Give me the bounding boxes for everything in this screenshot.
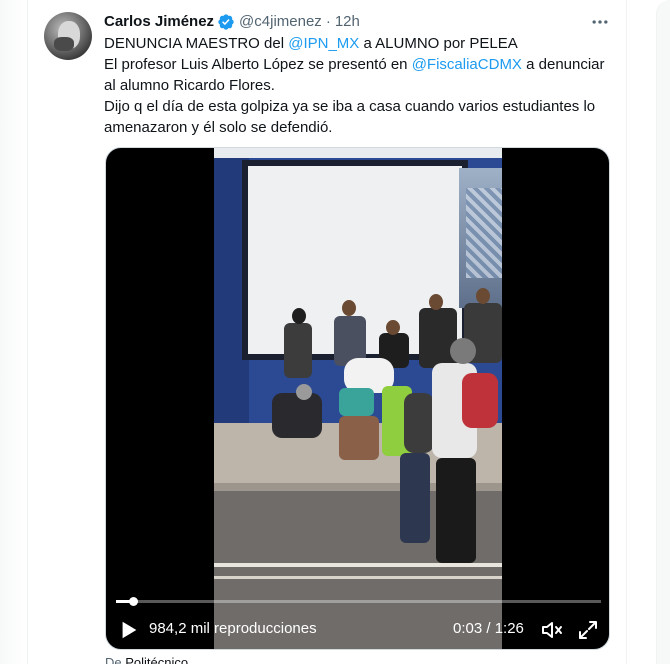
volume-icon[interactable]: [540, 618, 564, 642]
video-mural: [466, 188, 502, 278]
verified-badge-icon: [218, 14, 234, 30]
video-frame: [214, 148, 502, 649]
tweet-line: DENUNCIA MAESTRO del @IPN_MX a ALUMNO po…: [104, 35, 518, 52]
video-person-crouching: [272, 393, 322, 438]
video-road-line: [214, 563, 502, 567]
mention-link[interactable]: @FiscaliaCDMX: [412, 56, 522, 73]
video-controls: 984,2 mil reproducciones 0:03 / 1:26: [106, 610, 609, 649]
avatar-hand: [54, 37, 74, 51]
video-person-legs: [339, 416, 379, 460]
tweet-line: Dijo q el día de esta golpiza ya se iba …: [104, 98, 596, 115]
left-sidebar-edge: [0, 0, 28, 664]
video-person-head: [342, 300, 356, 316]
video-person-head: [450, 338, 476, 364]
video-player[interactable]: 984,2 mil reproducciones 0:03 / 1:26: [105, 147, 610, 650]
separator-dot: ·: [325, 13, 331, 30]
author-handle[interactable]: @c4jimenez: [239, 12, 322, 32]
video-person-head: [476, 288, 490, 304]
video-person-head: [292, 308, 306, 324]
tweet-header: Carlos Jiménez @c4jimenez · 12h: [104, 12, 614, 32]
tweet-line: amenazaron y él solo se defendió.: [104, 119, 333, 136]
video-person-head: [429, 294, 443, 310]
video-person-pants: [436, 458, 476, 563]
tweet-time[interactable]: 12h: [335, 12, 360, 32]
video-person-backpack: [404, 393, 434, 453]
caption-prefix: De: [105, 655, 122, 664]
fullscreen-icon[interactable]: [576, 618, 600, 642]
video-time-readout: 0:03 / 1:26: [453, 620, 524, 637]
video-person-jeans: [400, 453, 430, 543]
tweet-line: al alumno Ricardo Flores.: [104, 77, 275, 94]
tweet[interactable]: Carlos Jiménez @c4jimenez · 12h DENUNCIA…: [28, 0, 626, 664]
avatar[interactable]: [44, 12, 92, 60]
mention-link[interactable]: @IPN_MX: [288, 35, 359, 52]
author-name[interactable]: Carlos Jiménez: [104, 12, 214, 32]
video-person-red-backpack: [462, 373, 498, 428]
video-person-shorts: [339, 388, 374, 416]
video-person: [284, 323, 312, 378]
tweet-text: DENUNCIA MAESTRO del @IPN_MX a ALUMNO po…: [104, 33, 614, 138]
right-column-edge: [656, 0, 670, 664]
video-person-head: [296, 384, 312, 400]
caption-source[interactable]: Politécnico: [125, 655, 188, 664]
view-count: 984,2 mil reproducciones: [149, 620, 317, 637]
more-options-icon[interactable]: [590, 12, 610, 32]
play-icon[interactable]: [118, 619, 140, 641]
tweet-line: El profesor Luis Alberto López se presen…: [104, 56, 605, 73]
video-road-line: [214, 576, 502, 579]
timeline-border-right: [626, 0, 627, 664]
video-person-head: [386, 320, 400, 335]
media-caption: De Politécnico: [105, 655, 188, 664]
video-progress-handle[interactable]: [129, 597, 138, 606]
video-person: [419, 308, 457, 368]
video-progress-track[interactable]: [116, 600, 601, 603]
